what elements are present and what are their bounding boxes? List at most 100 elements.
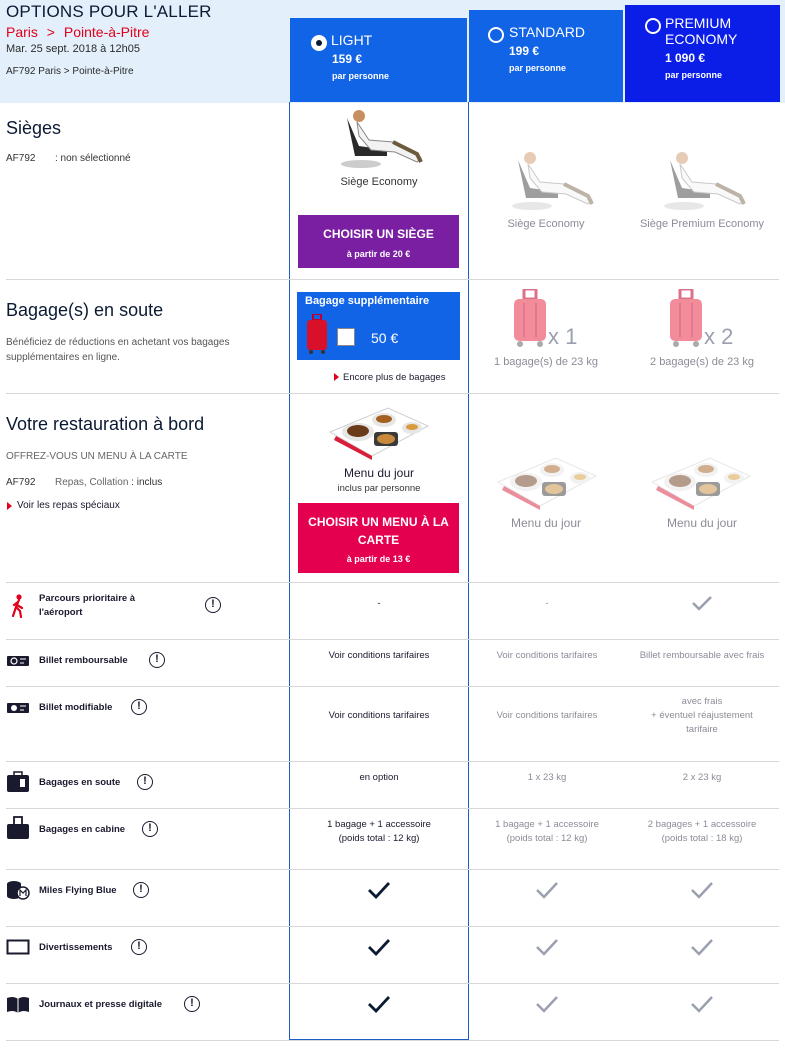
open-book-icon [7, 997, 29, 1013]
divider-row-1 [6, 686, 779, 687]
check-icon-miles-premium [691, 882, 713, 899]
special-meals-link[interactable]: Voir les repas spéciaux [17, 500, 120, 511]
meals-status: inclus [136, 477, 163, 488]
baggage-premium-count: x 2 [704, 324, 734, 349]
fare-name-premium-line1: PREMIUM [665, 15, 732, 31]
check-icon-entertainment-premium [691, 939, 713, 956]
choose-menu-button-sub: à partir de 13 € [346, 554, 411, 564]
info-icon-miles[interactable]: ! [133, 882, 149, 898]
flight-route: AF792 Paris > Pointe-à-Pitre [6, 66, 134, 77]
flight-date: Mar. 25 sept. 2018 à 12h05 [6, 43, 140, 55]
divider-row-7 [6, 1040, 779, 1041]
miles-coins-icon [7, 881, 30, 900]
fare-radio-light[interactable] [311, 35, 327, 51]
feature-label-press: Journaux et presse digitale [39, 999, 163, 1010]
check-icon-miles-standard [536, 882, 558, 899]
seats-flight: AF792 [6, 153, 36, 164]
extra-baggage-box: Bagage supplémentaire 50 € [297, 292, 460, 360]
more-baggage-link[interactable]: Encore plus de bagages [343, 372, 445, 383]
suitcase-icon [307, 314, 327, 354]
divider-row-2 [6, 761, 779, 762]
meal-label-standard: Menu du jour [510, 516, 582, 530]
info-icon-press[interactable]: ! [184, 996, 200, 1012]
extra-baggage-title: Bagage supplémentaire [305, 295, 430, 307]
info-icon-entertainment[interactable]: ! [131, 939, 147, 955]
choose-menu-button[interactable]: CHOISIR UN MENU À LA CARTE à partir de 1… [298, 503, 459, 573]
baggage-title: Bagage(s) en soute [6, 300, 164, 320]
cell-modifiable-premium-line1: avec frais [681, 696, 723, 707]
info-icon-modifiable[interactable]: ! [131, 699, 147, 715]
choose-seat-button-sub: à partir de 20 € [346, 249, 411, 259]
cabin-baggage-icon [7, 816, 29, 839]
fare-tab-light[interactable]: LIGHT 159 € par personne [290, 18, 467, 102]
cell-refundable-premium: Billet remboursable avec frais [639, 650, 765, 661]
meals-types: Repas, Collation : inclus [55, 477, 162, 488]
meals-status-separator: : [131, 477, 134, 488]
ticket-modify-icon [7, 703, 29, 713]
check-icon-press-premium [691, 996, 713, 1013]
baggage-standard-count: x 1 [548, 324, 578, 349]
meal-tray-image-premium [650, 457, 752, 510]
check-icon-priority-premium [692, 596, 712, 611]
cell-checked-baggage-premium: 2 x 23 kg [682, 772, 722, 783]
divider-meals [6, 582, 779, 583]
route-separator: > [46, 24, 55, 40]
feature-label-checked-baggage: Bagages en soute [39, 777, 121, 788]
check-icon-press-standard [536, 996, 558, 1013]
info-icon-refundable[interactable]: ! [149, 652, 165, 668]
check-icon-entertainment-light [368, 939, 391, 956]
seat-premium-image [664, 152, 746, 210]
fare-tab-standard[interactable]: STANDARD 199 € par personne [469, 10, 623, 102]
info-icon-priority[interactable]: ! [205, 597, 221, 613]
feature-label-modifiable: Billet modifiable [39, 702, 113, 713]
meal-label-premium: Menu du jour [666, 516, 738, 530]
cell-modifiable-premium-line2: + éventuel réajustement [651, 710, 753, 721]
divider-row-4 [6, 869, 779, 870]
screen-icon [6, 939, 30, 955]
ticket-refund-icon [7, 656, 29, 666]
cell-modifiable-standard: Voir conditions tarifaires [496, 710, 598, 721]
cell-modifiable-premium-line3: tarifaire [686, 724, 718, 735]
feature-label-cabin-baggage: Bagages en cabine [39, 824, 126, 835]
check-icon-entertainment-standard [536, 939, 558, 956]
suitcase-standard-image [514, 289, 546, 347]
fare-radio-standard[interactable] [488, 27, 504, 43]
choose-seat-button[interactable]: CHOISIR UN SIÈGE à partir de 20 € [298, 215, 459, 268]
meals-title: Votre restauration à bord [6, 414, 205, 434]
route-from: Paris [6, 24, 38, 40]
seats-status: : non sélectionné [55, 153, 131, 164]
fare-name-light: LIGHT [331, 32, 373, 48]
fare-name-standard: STANDARD [509, 24, 585, 40]
divider-seats [6, 279, 779, 280]
divider-baggage [6, 393, 779, 394]
more-baggage-arrow-icon [334, 373, 339, 381]
extra-baggage-checkbox[interactable] [337, 328, 355, 346]
seat-economy-label-light: Siège Economy [340, 176, 418, 188]
cell-modifiable-light: Voir conditions tarifaires [328, 710, 430, 721]
fare-per-premium: par personne [665, 70, 723, 80]
fare-tab-premium[interactable]: PREMIUM ECONOMY 1 090 € par personne [625, 5, 780, 102]
meals-types-label: Repas, Collation [55, 477, 129, 488]
extra-baggage-price: 50 € [371, 330, 399, 346]
baggage-premium-label: 2 bagage(s) de 23 kg [650, 356, 754, 368]
feature-label-refundable: Billet remboursable [39, 655, 128, 666]
cell-cabin-standard-line2: (poids total : 12 kg) [506, 833, 588, 844]
feature-label-priority-line1: Parcours prioritaire à [39, 593, 136, 604]
cell-priority-standard: - [545, 598, 549, 609]
divider-row-5 [6, 926, 779, 927]
route: Paris > Pointe-à-Pitre [6, 24, 149, 40]
info-icon-cabin-baggage[interactable]: ! [142, 821, 158, 837]
fare-price-light: 159 € [332, 52, 363, 66]
divider-row-3 [6, 808, 779, 809]
info-icon-checked-baggage[interactable]: ! [137, 774, 153, 790]
choose-seat-button-label: CHOISIR UN SIÈGE [323, 227, 434, 241]
meal-tray-image-light [328, 407, 430, 460]
meal-sub-light: inclus par personne [337, 483, 421, 494]
divider-row-6 [6, 983, 779, 984]
cell-checked-baggage-light: en option [359, 772, 399, 783]
fare-radio-premium[interactable] [645, 18, 661, 34]
fare-price-standard: 199 € [509, 44, 540, 58]
meals-flight: AF792 [6, 477, 36, 488]
meal-tray-image-standard [496, 457, 598, 510]
seats-title: Sièges [6, 118, 62, 138]
